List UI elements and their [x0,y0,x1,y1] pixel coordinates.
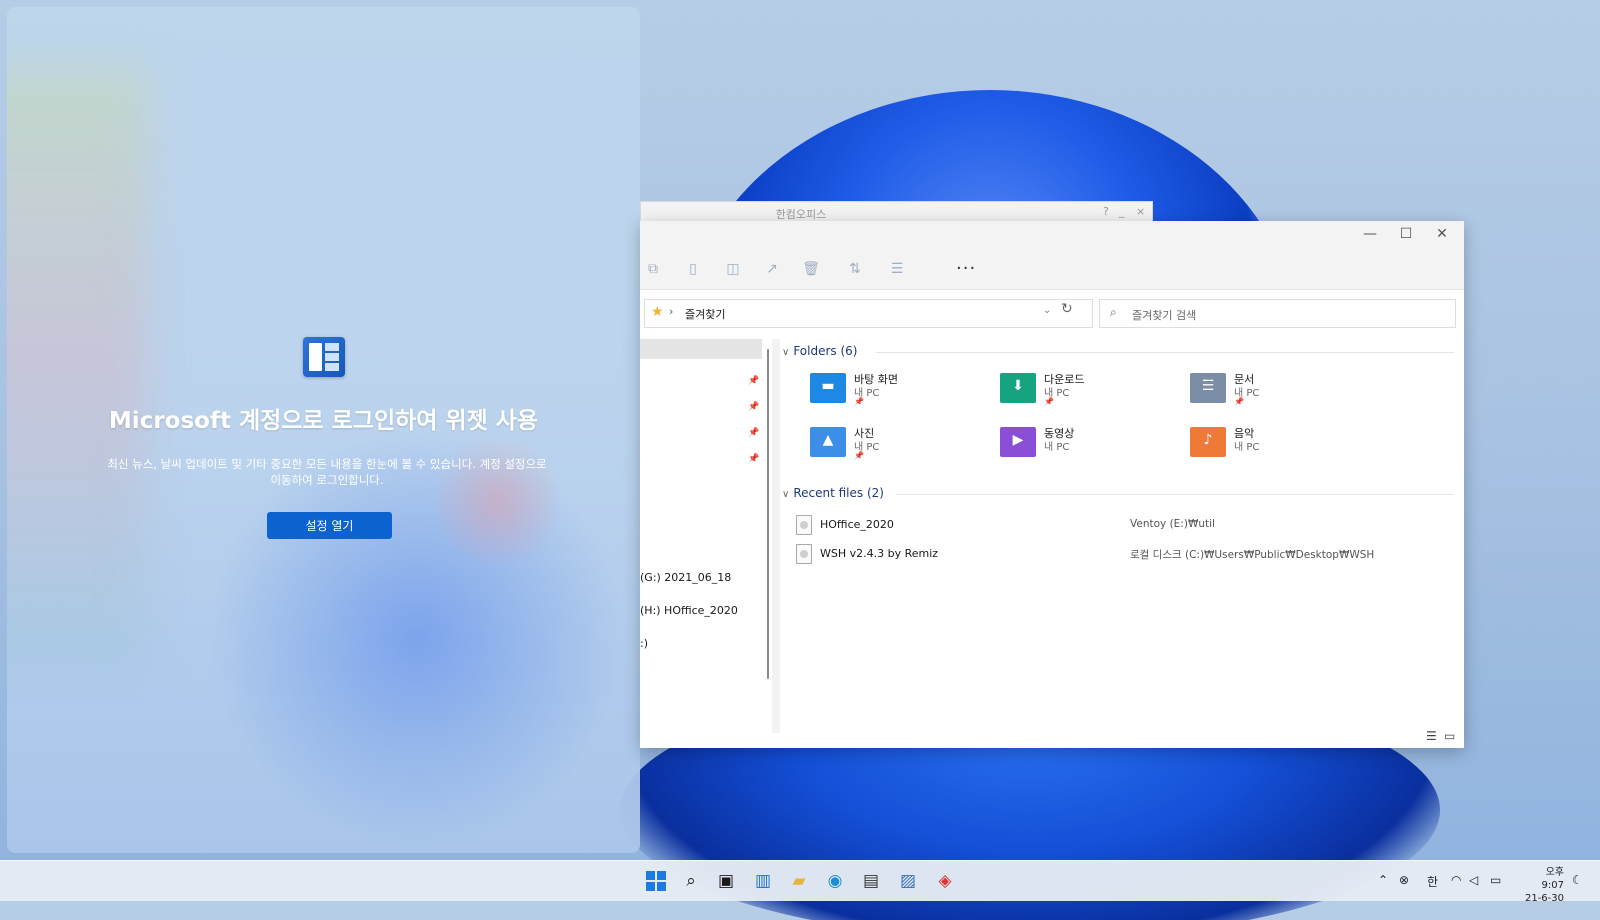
pin-icon: 📌 [854,451,864,460]
pin-icon: 📌 [748,428,760,438]
nav-item-drive-h[interactable]: (H:) HOffice_2020 [640,604,738,617]
folder-desktop[interactable]: ▬ 바탕 화면 내 PC 📌 [810,371,1000,419]
hancom-title: 한컴오피스 [775,208,827,221]
chevron-up-icon[interactable]: ⌃ [1378,873,1388,887]
command-bar: ⧉ ▯ ◫ ↗ 🗑 ⇅ ☰ ··· [640,249,1464,290]
file-explorer-window: — ☐ ✕ ⧉ ▯ ◫ ↗ 🗑 ⇅ ☰ ··· ★ › 즐겨찾기 ⌄ ↻ ⌕ 즐… [640,221,1464,748]
sort-icon[interactable]: ⇅ [842,261,868,279]
chevron-down-icon: ∨ [782,489,790,500]
pictures-folder-icon: ▲ [810,427,846,457]
navigation-pane: 📌 📌 📌 📌 (G:) 2021_06_18 (H:) HOffice_202… [640,339,772,733]
address-location: 즐겨찾기 [685,308,726,321]
pin-icon: 📌 [748,454,760,464]
tiles-view-icon[interactable]: ▭ [1444,729,1455,743]
folder-music[interactable]: ♪ 음악 내 PC [1190,425,1380,473]
nav-item-drive[interactable]: :) [640,637,648,650]
ime-indicator[interactable]: 한 [1427,873,1438,890]
date: 21-6-30 [1524,893,1564,904]
maximize-button[interactable]: ☐ [1388,223,1424,247]
desktop-folder-icon: ▬ [810,373,846,403]
pin-icon: 📌 [748,402,760,412]
folder-downloads[interactable]: ⬇ 다운로드 내 PC 📌 [1000,371,1190,419]
chevron-right-icon: › [669,305,674,318]
music-folder-icon: ♪ [1190,427,1226,457]
taskbar: ⌕ ▣ ▥ ▰ ◉ ▤ ▨ ◈ ⌃ ⊗ 한 ◠ ◁ ▭ 오후 9:07 21-6… [0,860,1600,904]
wifi-icon[interactable]: ◠ [1451,873,1461,887]
view-icon[interactable]: ☰ [882,261,912,279]
pin-icon: 📌 [1234,397,1244,406]
file-row[interactable]: WSH v2.4.3 by Remiz 로컬 디스크 (C:)₩Users₩Pu… [790,542,1450,568]
volume-icon[interactable]: ◁ [1469,873,1478,887]
clock[interactable]: 오후 9:07 21-6-30 [1520,866,1564,905]
nav-item-drive-g[interactable]: (G:) 2021_06_18 [640,571,731,584]
folder-videos[interactable]: ▶ 동영상 내 PC [1000,425,1190,473]
chevron-down-icon[interactable]: ⌄ [1043,305,1051,316]
document-icon [796,515,812,535]
document-icon [796,544,812,564]
search-placeholder: 즐겨찾기 검색 [1132,309,1197,322]
videos-folder-icon: ▶ [1000,427,1036,457]
minimize-button[interactable]: _ [1119,205,1125,218]
status-icon[interactable]: ⊗ [1399,873,1409,887]
documents-folder-icon: ☰ [1190,373,1226,403]
folders-header[interactable]: ∨ Folders (6) [782,344,857,358]
details-view-icon[interactable]: ☰ [1426,729,1437,743]
folder-documents[interactable]: ☰ 문서 내 PC 📌 [1190,371,1380,419]
file-row[interactable]: HOffice_2020 Ventoy (E:)₩util [790,513,1450,539]
pin-icon: 📌 [854,397,864,406]
start-icon[interactable] [646,871,666,891]
rename-icon[interactable]: ◫ [724,261,742,279]
recent-files-header[interactable]: ∨ Recent files (2) [782,486,884,500]
notification-icon[interactable]: ☾ [1572,873,1583,887]
widgets-icon [303,337,345,377]
task-view-icon[interactable]: ▣ [714,869,738,893]
close-button[interactable]: ✕ [1424,223,1460,247]
nav-item-quick-access[interactable] [640,339,762,359]
title-bar[interactable]: — ☐ ✕ [640,221,1464,249]
address-bar[interactable]: ★ › 즐겨찾기 ⌄ [644,299,1093,328]
hancom-office-icon[interactable]: ◈ [933,869,957,893]
star-icon: ★ [651,304,664,320]
download-folder-icon: ⬇ [1000,373,1036,403]
widgets-description: 최신 뉴스, 날씨 업데이트 및 기타 중요한 모든 내용을 한눈에 볼 수 있… [107,457,547,487]
share-icon[interactable]: ↗ [763,261,781,279]
search-box[interactable]: ⌕ 즐겨찾기 검색 [1099,299,1456,328]
widgets-panel: Microsoft 계정으로 로그인하여 위젯 사용 최신 뉴스, 날씨 업데이… [7,7,640,853]
widgets-title: Microsoft 계정으로 로그인하여 위젯 사용 [108,408,539,434]
copy-icon[interactable]: ⧉ [644,261,662,279]
battery-icon[interactable]: ▭ [1490,873,1501,887]
search-icon: ⌕ [1110,305,1117,319]
close-button[interactable]: × [1136,205,1145,218]
edge-icon[interactable]: ◉ [823,869,847,893]
folder-pictures[interactable]: ▲ 사진 내 PC 📌 [810,425,1000,473]
widgets-taskbar-icon[interactable]: ▥ [751,869,775,893]
delete-icon[interactable]: 🗑 [802,261,820,279]
paste-icon[interactable]: ▯ [684,261,702,279]
help-icon[interactable]: ? [1103,205,1109,218]
minimize-button[interactable]: — [1352,223,1388,247]
open-settings-button[interactable]: 설정 열기 [267,512,392,539]
scrollbar[interactable] [767,349,769,679]
search-icon[interactable]: ⌕ [679,869,703,893]
more-options-icon[interactable]: ··· [956,258,976,279]
photos-icon[interactable]: ▨ [896,869,920,893]
refresh-icon[interactable]: ↻ [1061,301,1073,317]
time: 오후 9:07 [1541,867,1564,891]
chevron-down-icon: ∨ [782,347,790,358]
store-icon[interactable]: ▤ [859,869,883,893]
pin-icon: 📌 [1044,397,1054,406]
pin-icon: 📌 [748,376,760,386]
file-explorer-icon[interactable]: ▰ [787,869,811,893]
